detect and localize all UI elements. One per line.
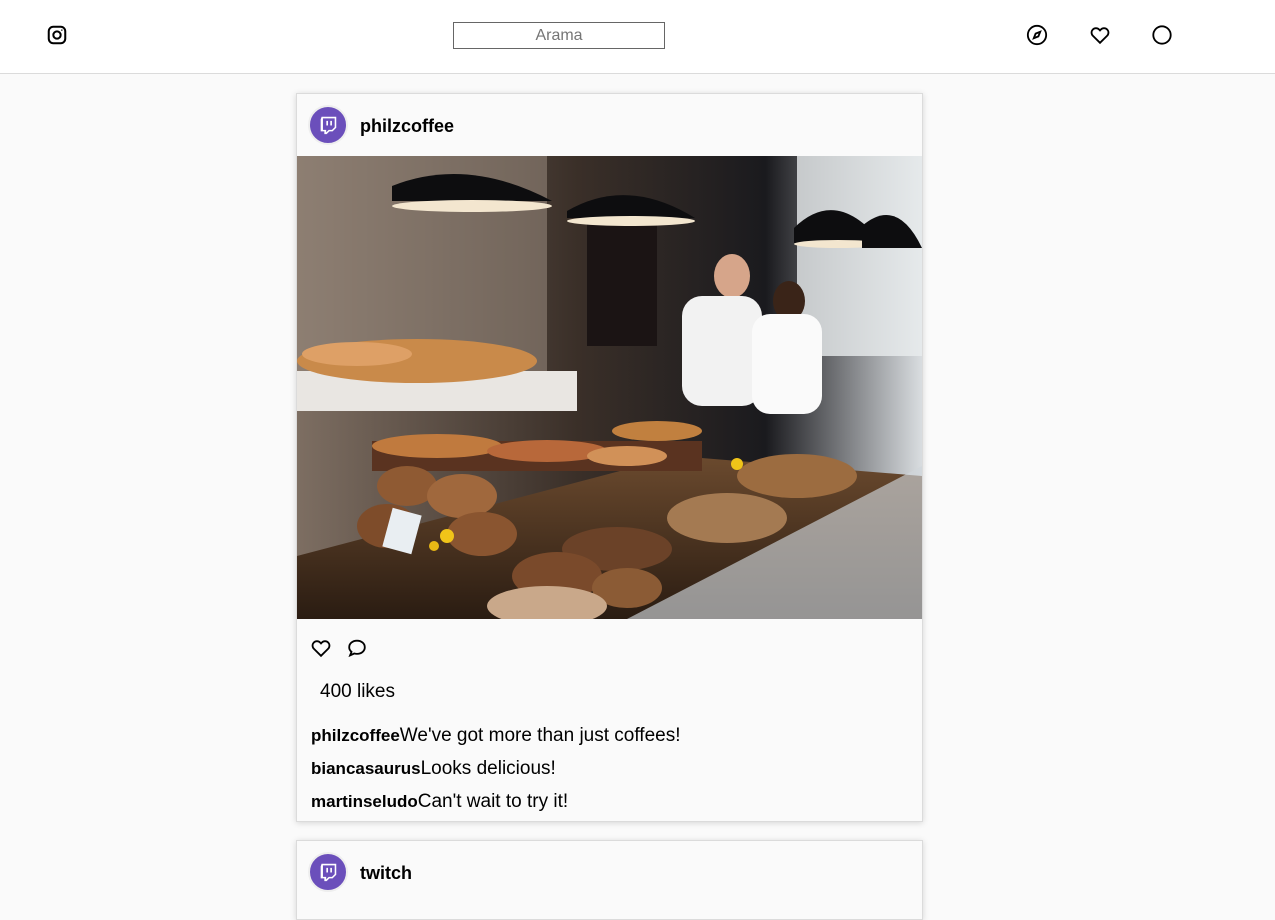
post-header: philzcoffee [297, 94, 922, 156]
comment-username[interactable]: philzcoffee [311, 726, 400, 745]
post-header: twitch [297, 841, 922, 903]
post-image[interactable] [297, 156, 922, 619]
post-card: philzcoffee 400 likes philzcoffeeWe've g… [296, 93, 923, 822]
avatar[interactable] [308, 105, 348, 145]
post-card: twitch [296, 840, 923, 920]
compass-icon[interactable] [1026, 24, 1048, 46]
twitch-icon [320, 863, 337, 882]
comment-username[interactable]: biancasaurus [311, 759, 421, 778]
comment: philzcoffeeWe've got more than just coff… [311, 725, 680, 747]
comment-username[interactable]: martinseludo [311, 792, 418, 811]
twitch-icon [320, 116, 337, 135]
heart-icon[interactable] [1089, 24, 1111, 46]
like-count: 400 likes [320, 681, 395, 702]
profile-circle-icon[interactable] [1151, 24, 1173, 46]
comment-text: We've got more than just coffees! [399, 725, 681, 746]
comment-text: Can't wait to try it! [417, 791, 569, 812]
post-username[interactable]: twitch [360, 863, 412, 884]
comment: biancasaurusLooks delicious! [311, 758, 556, 780]
post-username[interactable]: philzcoffee [360, 116, 454, 137]
top-navigation-bar [0, 0, 1275, 74]
search-input[interactable] [453, 22, 665, 49]
comment-text: Looks delicious! [420, 758, 556, 779]
instagram-icon[interactable] [46, 24, 68, 46]
comment-icon[interactable] [346, 637, 368, 659]
comment: martinseludoCan't wait to try it! [311, 791, 568, 813]
avatar[interactable] [308, 852, 348, 892]
like-heart-icon[interactable] [310, 637, 332, 659]
